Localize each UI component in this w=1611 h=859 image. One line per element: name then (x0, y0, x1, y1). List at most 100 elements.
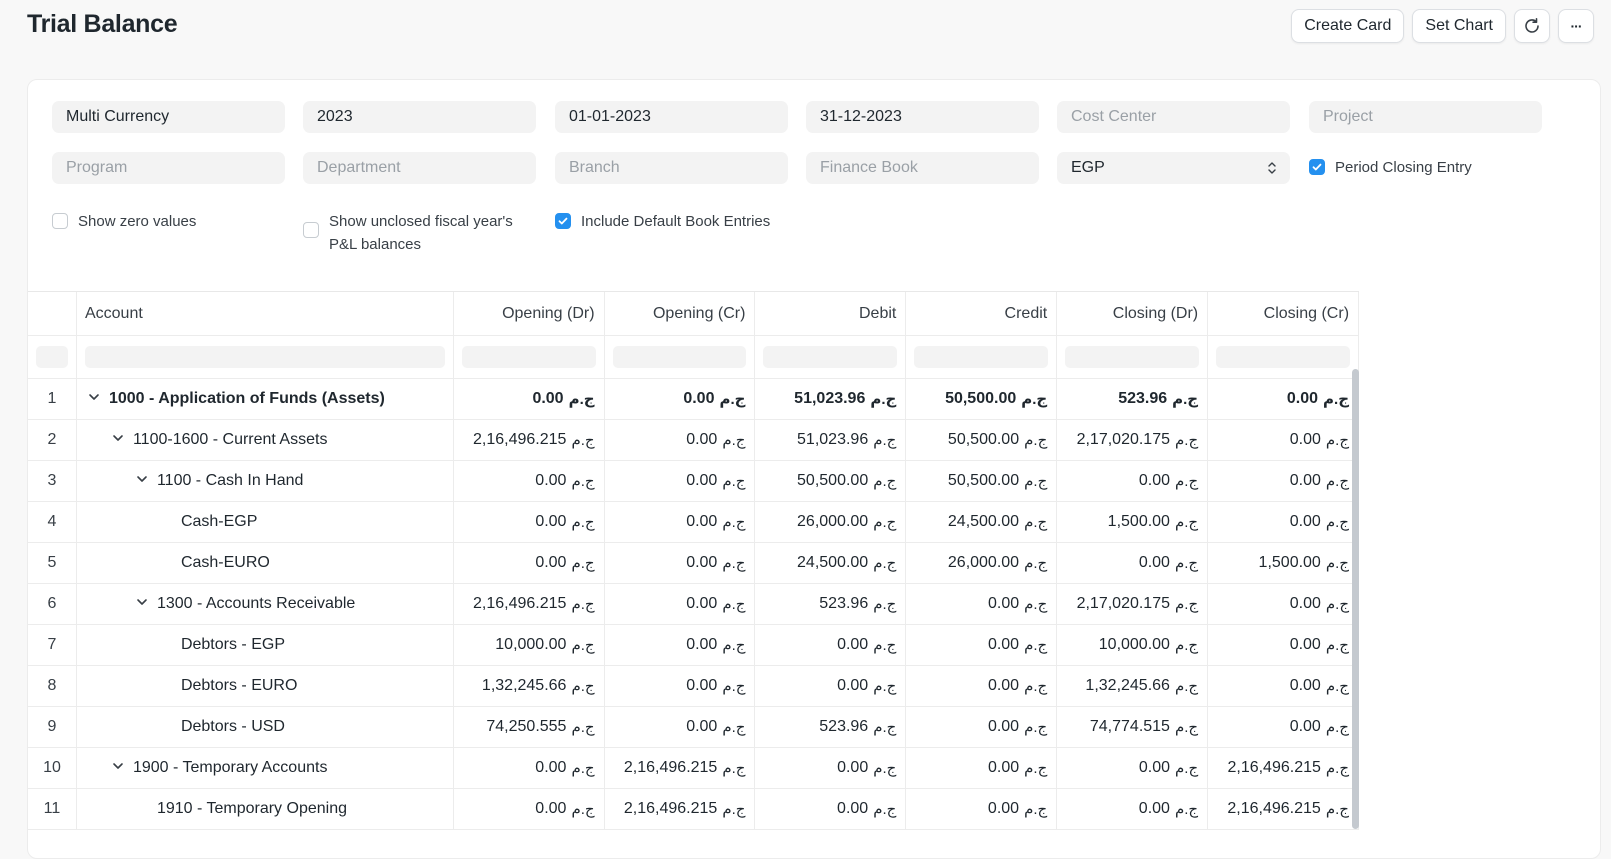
column-header[interactable]: Account (77, 292, 454, 335)
amount-cell[interactable]: 0.00 ج.م (605, 461, 756, 501)
amount-cell[interactable]: 10,000.00 ج.م (454, 625, 605, 665)
column-filter-input[interactable] (36, 346, 68, 368)
account-cell[interactable]: 1100 - Cash In Hand (77, 461, 454, 501)
amount-cell[interactable]: 2,17,020.175 ج.م (1057, 584, 1209, 624)
amount-cell[interactable]: 2,16,496.215 ج.م (454, 584, 605, 624)
amount-cell[interactable]: 24,500.00 ج.م (906, 502, 1058, 542)
collapse-chevron-icon[interactable] (109, 759, 127, 777)
set-chart-button[interactable]: Set Chart (1412, 9, 1506, 43)
amount-cell[interactable]: 0.00 ج.م (605, 379, 756, 419)
column-filter-input[interactable] (84, 346, 445, 368)
table-row[interactable]: 10 1900 - Temporary Accounts 0.00 ج.م 2,16,4… (28, 748, 1360, 789)
column-filter-input[interactable] (1065, 346, 1200, 368)
amount-cell[interactable]: 0.00 ج.م (454, 748, 605, 788)
column-filter-input[interactable] (763, 346, 898, 368)
table-row[interactable]: 9 Debtors - USD 74,250.555 ج.م 0.00 ج.م 523.96… (28, 707, 1359, 748)
account-cell[interactable]: 1300 - Accounts Receivable (77, 584, 454, 624)
amount-cell[interactable]: 2,16,496.215 ج.م (605, 789, 756, 829)
amount-cell[interactable]: 0.00 ج.م (1208, 584, 1360, 624)
show-zero-values-checkbox[interactable]: Show zero values (52, 210, 196, 233)
fiscal-year-field[interactable]: 2023 (303, 101, 536, 133)
table-row[interactable]: 5 Cash-EURO 0.00 ج.م 0.00 ج.م 24,500.00 ج.م 26,0… (28, 543, 1359, 584)
table-row[interactable]: 4 Cash-EGP 0.00 ج.م 0.00 ج.م 26,000.00 ج.م 24,50… (28, 502, 1359, 543)
column-filter-input[interactable] (1216, 346, 1351, 368)
amount-cell[interactable]: 0.00 ج.م (1208, 502, 1359, 542)
amount-cell[interactable]: 0.00 ج.م (755, 748, 907, 788)
amount-cell[interactable]: 0.00 ج.م (1208, 707, 1359, 747)
amount-cell[interactable]: 0.00 ج.م (605, 666, 756, 706)
amount-cell[interactable]: 0.00 ج.م (605, 584, 756, 624)
amount-cell[interactable]: 0.00 ج.م (605, 625, 756, 665)
project-field[interactable]: Project (1309, 101, 1542, 133)
account-cell[interactable]: Debtors - USD (77, 707, 454, 747)
account-cell[interactable]: 1000 - Application of Funds (Assets) (77, 379, 454, 419)
create-card-button[interactable]: Create Card (1291, 9, 1405, 43)
amount-cell[interactable]: 51,023.96 ج.م (755, 379, 907, 419)
table-row[interactable]: 3 1100 - Cash In Hand 0.00 ج.م 0.00 ج.م 50,500… (28, 461, 1360, 502)
company-field[interactable]: Multi Currency (52, 101, 285, 133)
column-header[interactable]: Opening (Cr) (605, 292, 756, 335)
amount-cell[interactable]: 0.00 ج.م (906, 625, 1058, 665)
table-row[interactable]: 6 1300 - Accounts Receivable 2,16,496.215 ج… (28, 584, 1360, 625)
column-filter-input[interactable] (914, 346, 1049, 368)
column-header[interactable]: Closing (Dr) (1057, 292, 1209, 335)
amount-cell[interactable]: 0.00 ج.م (605, 707, 756, 747)
include-default-book-checkbox[interactable]: Include Default Book Entries (555, 210, 770, 233)
amount-cell[interactable]: 1,32,245.66 ج.م (454, 666, 605, 706)
amount-cell[interactable]: 0.00 ج.م (1057, 748, 1209, 788)
amount-cell[interactable]: 2,16,496.215 ج.م (1208, 789, 1359, 829)
amount-cell[interactable]: 0.00 ج.م (454, 789, 605, 829)
amount-cell[interactable]: 1,500.00 ج.م (1057, 502, 1209, 542)
show-unclosed-checkbox[interactable]: Show unclosed fiscal year's P&L balances (303, 210, 513, 256)
amount-cell[interactable]: 0.00 ج.م (906, 584, 1058, 624)
amount-cell[interactable]: 0.00 ج.م (755, 789, 907, 829)
amount-cell[interactable]: 1,500.00 ج.م (1208, 543, 1359, 583)
amount-cell[interactable]: 2,16,496.215 ج.م (454, 420, 605, 460)
finance-book-field[interactable]: Finance Book (806, 152, 1039, 184)
amount-cell[interactable]: 26,000.00 ج.م (755, 502, 907, 542)
amount-cell[interactable]: 0.00 ج.م (454, 379, 605, 419)
amount-cell[interactable]: 0.00 ج.م (454, 502, 605, 542)
table-scrollbar[interactable] (1352, 369, 1359, 829)
amount-cell[interactable]: 10,000.00 ج.م (1057, 625, 1209, 665)
amount-cell[interactable]: 0.00 ج.م (605, 543, 756, 583)
account-cell[interactable]: Cash-EURO (77, 543, 454, 583)
amount-cell[interactable]: 51,023.96 ج.م (755, 420, 907, 460)
account-cell[interactable]: Debtors - EGP (77, 625, 454, 665)
amount-cell[interactable]: 0.00 ج.م (906, 707, 1058, 747)
column-header[interactable]: Credit (906, 292, 1058, 335)
collapse-chevron-icon[interactable] (85, 390, 103, 408)
refresh-button[interactable] (1514, 9, 1550, 43)
account-cell[interactable]: 1910 - Temporary Opening (77, 789, 454, 829)
amount-cell[interactable]: 0.00 ج.م (605, 502, 756, 542)
table-row[interactable]: 8 Debtors - EURO 1,32,245.66 ج.م 0.00 ج.م 0.00… (28, 666, 1359, 707)
amount-cell[interactable]: 24,500.00 ج.م (755, 543, 907, 583)
column-header[interactable]: Closing (Cr) (1208, 292, 1360, 335)
amount-cell[interactable]: 26,000.00 ج.م (906, 543, 1058, 583)
amount-cell[interactable]: 0.00 ج.م (1208, 379, 1360, 419)
amount-cell[interactable]: 50,500.00 ج.م (906, 379, 1058, 419)
amount-cell[interactable]: 74,250.555 ج.م (454, 707, 605, 747)
from-date-field[interactable]: 01-01-2023 (555, 101, 788, 133)
amount-cell[interactable]: 0.00 ج.م (755, 666, 907, 706)
cost-center-field[interactable]: Cost Center (1057, 101, 1290, 133)
column-header[interactable]: Opening (Dr) (454, 292, 605, 335)
table-row[interactable]: 11 1910 - Temporary Opening 0.00 ج.م 2,16,49… (28, 789, 1359, 830)
amount-cell[interactable]: 0.00 ج.م (1208, 625, 1359, 665)
amount-cell[interactable]: 2,17,020.175 ج.م (1057, 420, 1209, 460)
department-field[interactable]: Department (303, 152, 536, 184)
account-cell[interactable]: 1900 - Temporary Accounts (77, 748, 454, 788)
amount-cell[interactable]: 0.00 ج.م (1208, 420, 1360, 460)
account-cell[interactable]: Cash-EGP (77, 502, 454, 542)
collapse-chevron-icon[interactable] (133, 472, 151, 490)
currency-select[interactable]: EGP (1057, 152, 1290, 184)
amount-cell[interactable]: 2,16,496.215 ج.م (1208, 748, 1360, 788)
amount-cell[interactable]: 50,500.00 ج.م (755, 461, 907, 501)
column-filter-input[interactable] (612, 346, 747, 368)
amount-cell[interactable]: 0.00 ج.م (1057, 543, 1209, 583)
table-row[interactable]: 1 1000 - Application of Funds (Assets) 0.0… (28, 379, 1360, 420)
amount-cell[interactable]: 74,774.515 ج.م (1057, 707, 1209, 747)
amount-cell[interactable]: 0.00 ج.م (1057, 461, 1209, 501)
amount-cell[interactable]: 0.00 ج.م (906, 666, 1058, 706)
amount-cell[interactable]: 523.96 ج.م (755, 584, 907, 624)
